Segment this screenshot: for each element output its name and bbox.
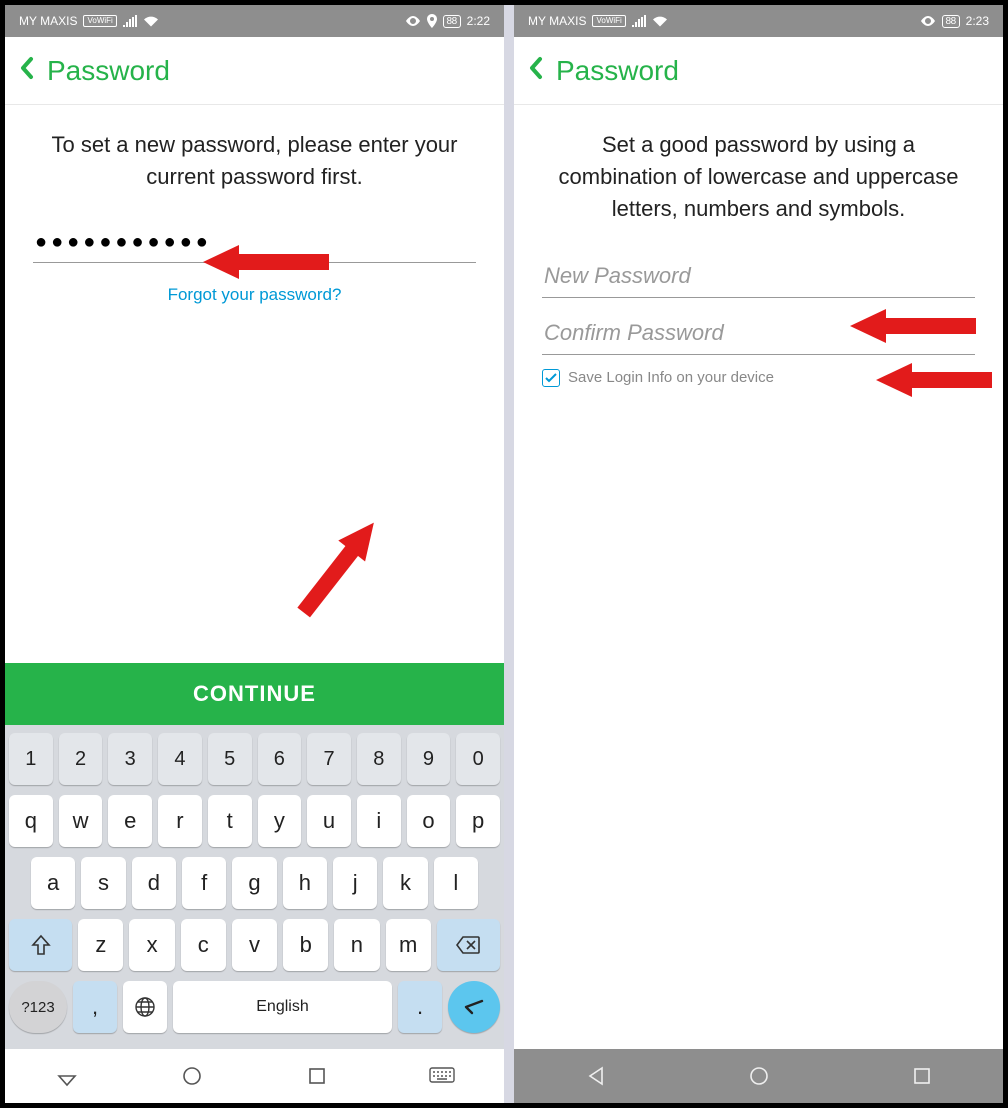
phone-left-screen: MY MAXIS VoWiFi 88 bbox=[5, 5, 504, 1103]
wifi-icon bbox=[143, 15, 159, 27]
key-l[interactable]: l bbox=[434, 857, 478, 909]
nav-recent-icon[interactable] bbox=[909, 1063, 935, 1089]
carrier-label: MY MAXIS bbox=[19, 14, 77, 28]
key-b[interactable]: b bbox=[283, 919, 328, 971]
key-w[interactable]: w bbox=[59, 795, 103, 847]
confirm-password-input[interactable]: Confirm Password bbox=[542, 312, 975, 355]
forgot-password-link[interactable]: Forgot your password? bbox=[33, 285, 476, 305]
page-title: Password bbox=[556, 55, 679, 87]
back-chevron-icon[interactable] bbox=[19, 55, 35, 87]
nav-keyboard-icon[interactable] bbox=[429, 1063, 455, 1089]
key-j[interactable]: j bbox=[333, 857, 377, 909]
placeholder: Confirm Password bbox=[544, 320, 724, 345]
key-5[interactable]: 5 bbox=[208, 733, 252, 785]
signal-icon bbox=[632, 15, 646, 27]
key-o[interactable]: o bbox=[407, 795, 451, 847]
location-pin-icon bbox=[427, 14, 437, 28]
wifi-icon bbox=[652, 15, 668, 27]
nav-home-icon[interactable] bbox=[179, 1063, 205, 1089]
nav-home-icon[interactable] bbox=[746, 1063, 772, 1089]
key-8[interactable]: 8 bbox=[357, 733, 401, 785]
key-u[interactable]: u bbox=[307, 795, 351, 847]
key-p[interactable]: p bbox=[456, 795, 500, 847]
save-login-checkbox[interactable] bbox=[542, 369, 560, 387]
key-globe[interactable] bbox=[123, 981, 167, 1033]
signal-icon bbox=[123, 15, 137, 27]
clock-label: 2:22 bbox=[467, 14, 490, 28]
key-e[interactable]: e bbox=[108, 795, 152, 847]
key-space[interactable]: English bbox=[173, 981, 392, 1033]
key-9[interactable]: 9 bbox=[407, 733, 451, 785]
key-period[interactable]: . bbox=[398, 981, 442, 1033]
key-n[interactable]: n bbox=[334, 919, 379, 971]
key-0[interactable]: 0 bbox=[456, 733, 500, 785]
android-nav-bar bbox=[5, 1049, 504, 1103]
key-enter[interactable] bbox=[448, 981, 500, 1033]
key-3[interactable]: 3 bbox=[108, 733, 152, 785]
volte-badge: VoWiFi bbox=[83, 15, 116, 27]
current-password-input[interactable]: ●●●●●●●●●●● bbox=[33, 223, 476, 263]
key-i[interactable]: i bbox=[357, 795, 401, 847]
key-4[interactable]: 4 bbox=[158, 733, 202, 785]
key-a[interactable]: a bbox=[31, 857, 75, 909]
carrier-label: MY MAXIS bbox=[528, 14, 586, 28]
key-z[interactable]: z bbox=[78, 919, 123, 971]
phone-right-screen: MY MAXIS VoWiFi 88 2:23 bbox=[514, 5, 1003, 1103]
key-t[interactable]: t bbox=[208, 795, 252, 847]
page-title: Password bbox=[47, 55, 170, 87]
key-k[interactable]: k bbox=[383, 857, 427, 909]
battery-badge: 88 bbox=[443, 15, 461, 28]
battery-badge: 88 bbox=[942, 15, 960, 28]
key-shift[interactable] bbox=[9, 919, 72, 971]
nav-back-icon[interactable] bbox=[54, 1063, 80, 1089]
eye-icon bbox=[405, 16, 421, 26]
instruction-text: To set a new password, please enter your… bbox=[33, 129, 476, 193]
status-bar: MY MAXIS VoWiFi 88 2:23 bbox=[514, 5, 1003, 37]
header-bar: Password bbox=[5, 37, 504, 105]
eye-icon bbox=[920, 16, 936, 26]
status-bar: MY MAXIS VoWiFi 88 bbox=[5, 5, 504, 37]
key-7[interactable]: 7 bbox=[307, 733, 351, 785]
instruction-text: Set a good password by using a combinati… bbox=[542, 129, 975, 225]
key-d[interactable]: d bbox=[132, 857, 176, 909]
key-backspace[interactable] bbox=[437, 919, 500, 971]
annotation-arrow-continue bbox=[285, 501, 395, 631]
key-r[interactable]: r bbox=[158, 795, 202, 847]
new-password-input[interactable]: New Password bbox=[542, 255, 975, 298]
key-m[interactable]: m bbox=[386, 919, 431, 971]
continue-button[interactable]: CONTINUE bbox=[5, 663, 504, 725]
keyboard: 1 2 3 4 5 6 7 8 9 0 q w e r t y bbox=[5, 725, 504, 1049]
key-q[interactable]: q bbox=[9, 795, 53, 847]
key-c[interactable]: c bbox=[181, 919, 226, 971]
password-mask: ●●●●●●●●●●● bbox=[35, 231, 212, 253]
key-f[interactable]: f bbox=[182, 857, 226, 909]
key-comma[interactable]: , bbox=[73, 981, 117, 1033]
key-6[interactable]: 6 bbox=[258, 733, 302, 785]
key-1[interactable]: 1 bbox=[9, 733, 53, 785]
save-login-label: Save Login Info on your device bbox=[568, 369, 774, 386]
header-bar: Password bbox=[514, 37, 1003, 105]
key-h[interactable]: h bbox=[283, 857, 327, 909]
volte-badge: VoWiFi bbox=[592, 15, 625, 27]
nav-recent-icon[interactable] bbox=[304, 1063, 330, 1089]
key-y[interactable]: y bbox=[258, 795, 302, 847]
key-v[interactable]: v bbox=[232, 919, 277, 971]
key-symbols[interactable]: ?123 bbox=[9, 981, 67, 1033]
clock-label: 2:23 bbox=[966, 14, 989, 28]
save-login-row[interactable]: Save Login Info on your device bbox=[542, 369, 975, 387]
placeholder: New Password bbox=[544, 263, 691, 288]
back-chevron-icon[interactable] bbox=[528, 55, 544, 87]
android-nav-bar bbox=[514, 1049, 1003, 1103]
key-s[interactable]: s bbox=[81, 857, 125, 909]
nav-back-icon[interactable] bbox=[583, 1063, 609, 1089]
key-g[interactable]: g bbox=[232, 857, 276, 909]
key-x[interactable]: x bbox=[129, 919, 174, 971]
key-2[interactable]: 2 bbox=[59, 733, 103, 785]
